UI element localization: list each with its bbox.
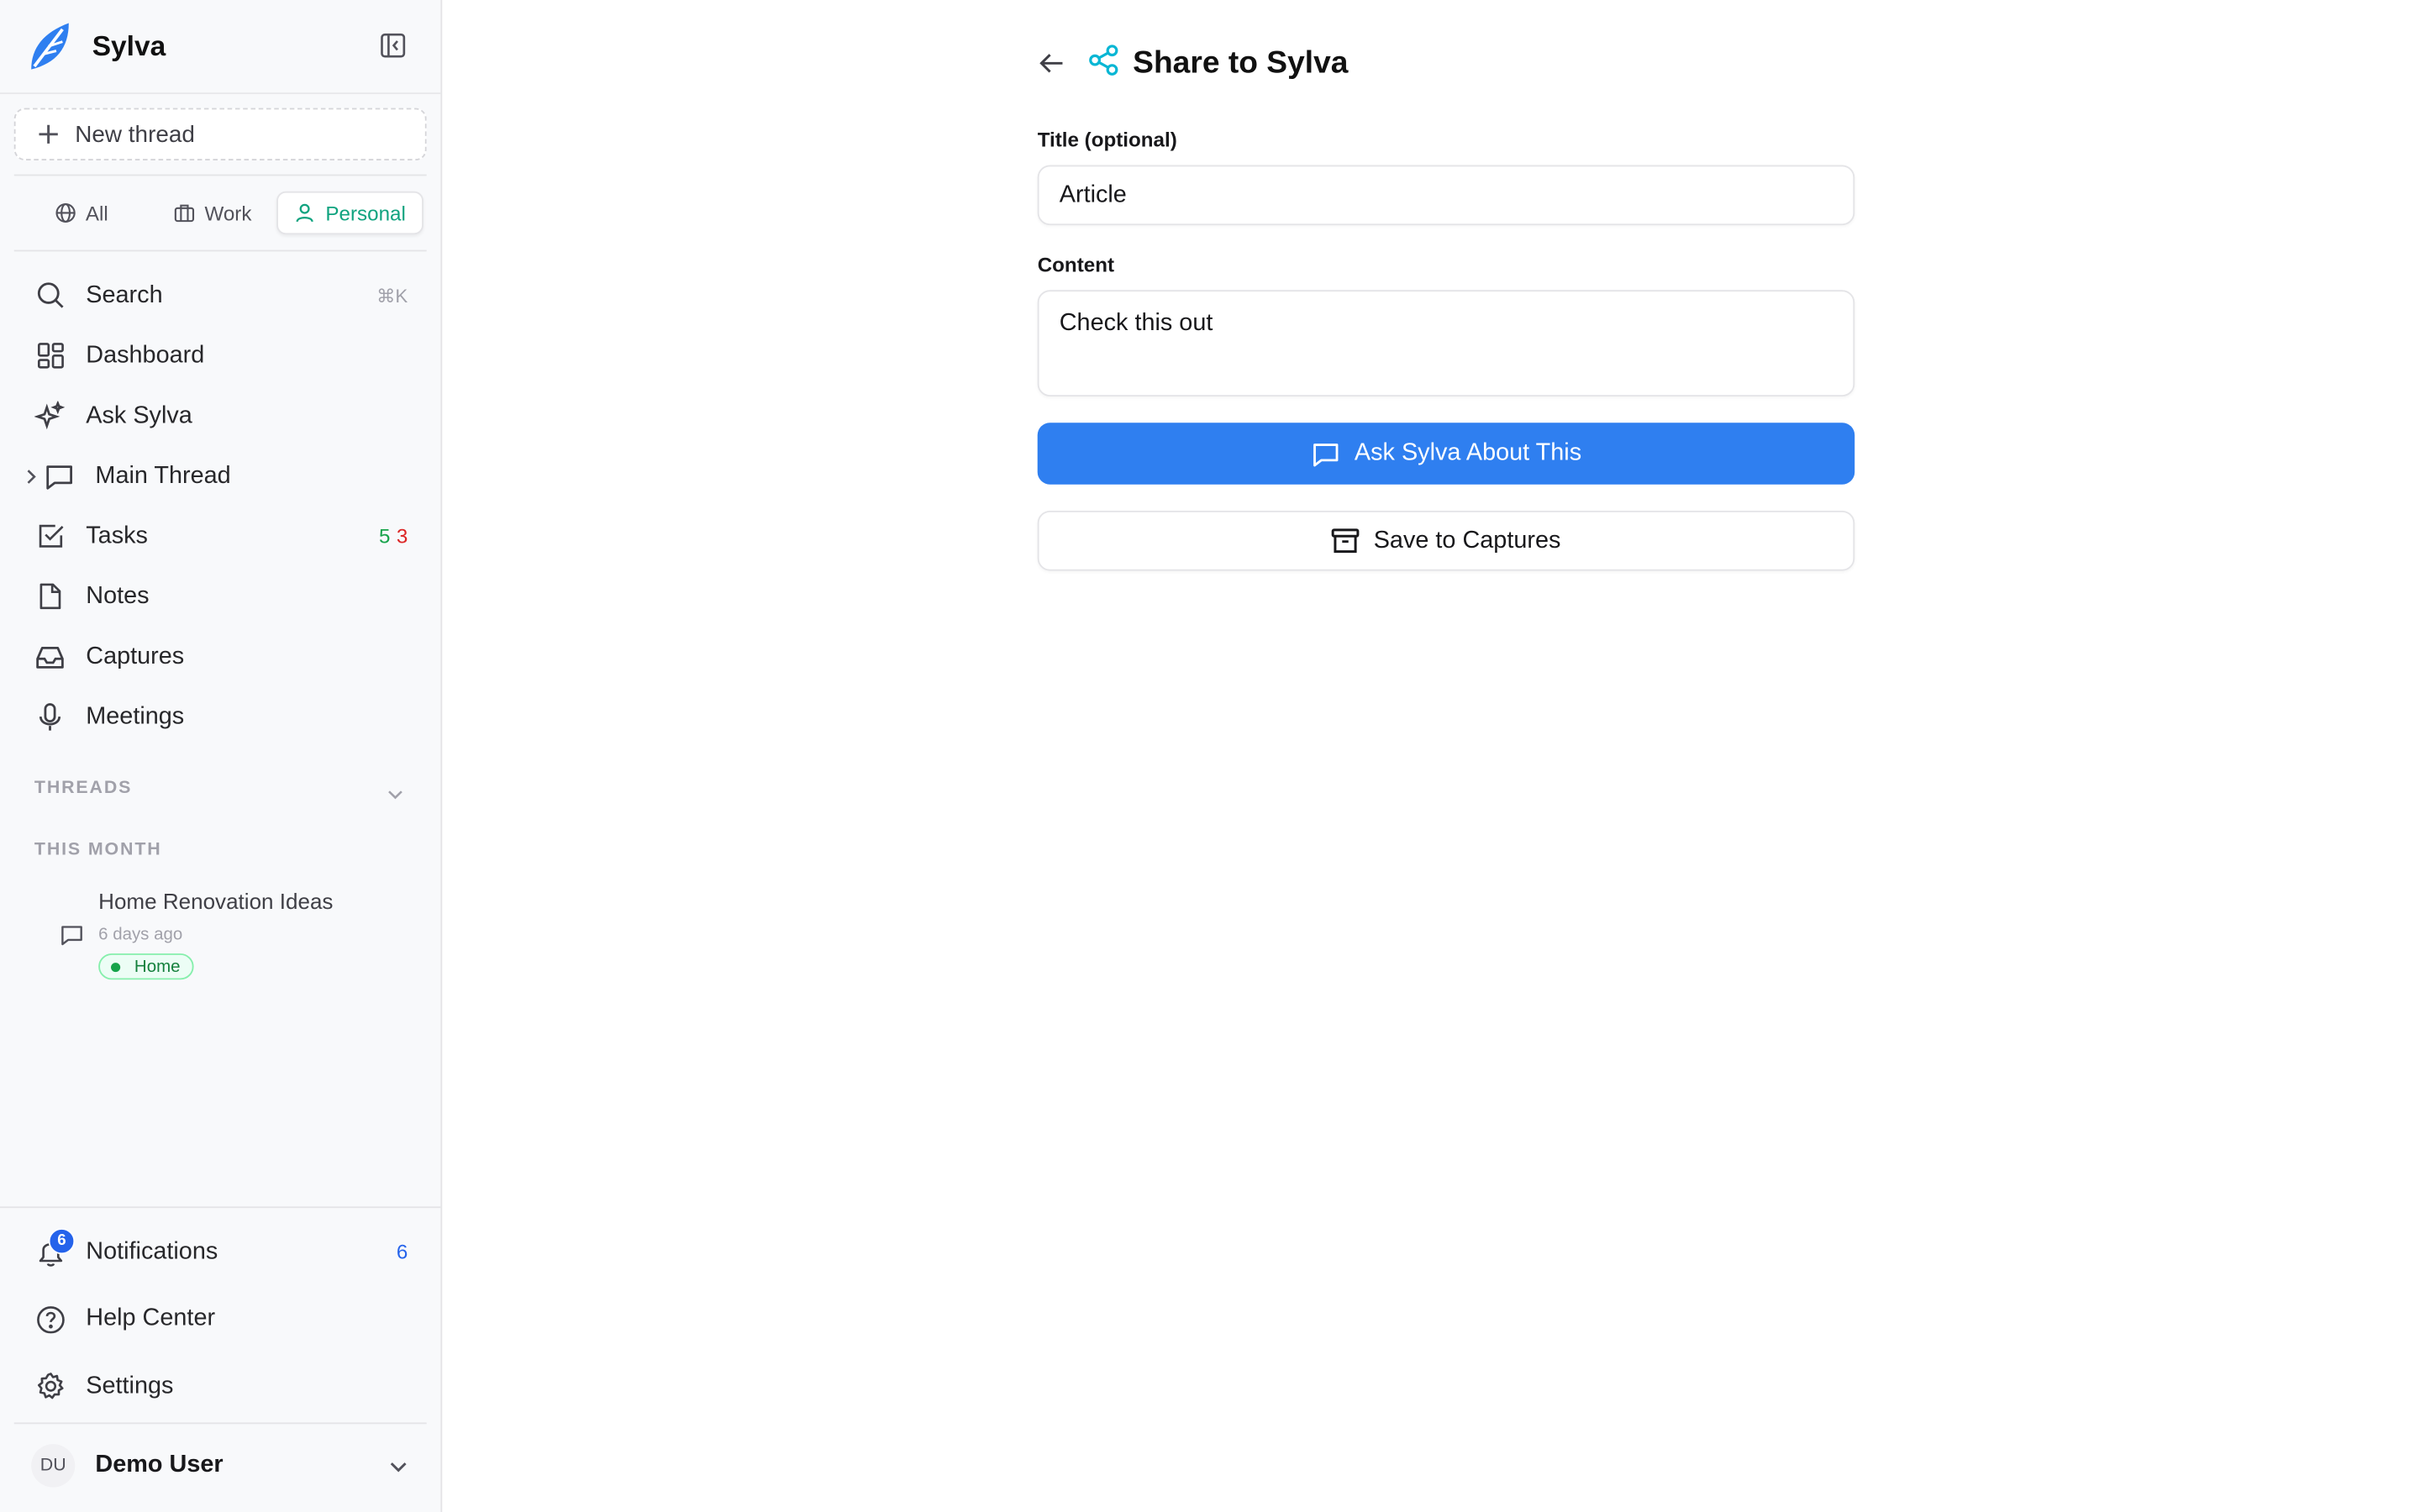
main-content: Share to Sylva Title (optional) Content …: [442, 0, 2420, 1512]
chevron-right-icon[interactable]: [25, 468, 41, 483]
bottom-nav: 6 Notifications 6 Help Center Settings: [0, 1219, 442, 1420]
new-thread-button[interactable]: New thread: [13, 108, 427, 161]
nav-ask-sylva[interactable]: Ask Sylva: [0, 386, 442, 446]
nav-settings[interactable]: Settings: [0, 1353, 442, 1420]
brand-header: Sylva: [0, 0, 441, 95]
new-thread-label: New thread: [75, 121, 195, 148]
nav-notes[interactable]: Notes: [0, 566, 442, 627]
nav-captures[interactable]: Captures: [0, 627, 442, 687]
nav-tasks[interactable]: Tasks 53: [0, 506, 442, 566]
microphone-icon: [34, 701, 66, 732]
search-icon: [34, 280, 66, 311]
briefcase-icon: [174, 204, 194, 223]
divider: [13, 1422, 427, 1425]
nav-dashboard-label: Dashboard: [86, 341, 205, 369]
tag-dot: [111, 962, 121, 972]
arrow-left-icon[interactable]: [1038, 50, 1065, 77]
task-count-open: 5: [378, 524, 391, 549]
app-name: Sylva: [92, 29, 166, 61]
nav-help-label: Help Center: [86, 1305, 216, 1332]
title-input[interactable]: [1037, 165, 1855, 226]
ask-sylva-button[interactable]: Ask Sylva About This: [1037, 423, 1855, 485]
scope-all[interactable]: All: [14, 192, 149, 234]
nav-search-label: Search: [86, 281, 163, 308]
nav-meetings-label: Meetings: [86, 702, 185, 729]
globe-icon: [55, 202, 76, 223]
gear-icon: [34, 1371, 66, 1402]
nav-ask-label: Ask Sylva: [86, 402, 192, 428]
main-nav: Search ⌘K Dashboard Ask Sylva Main Threa…: [0, 265, 442, 747]
message-square-icon: [44, 460, 75, 491]
plus-icon: [39, 124, 58, 144]
content-field-label: Content: [1037, 253, 1115, 276]
collapse-sidebar-icon[interactable]: [378, 31, 406, 59]
user-name: Demo User: [95, 1452, 224, 1478]
scope-personal[interactable]: Personal: [276, 191, 424, 235]
sidebar: Sylva New thread All Work Personal Searc…: [0, 0, 443, 1512]
chevron-down-icon[interactable]: [389, 1453, 408, 1481]
thread-tag: Home: [98, 953, 195, 980]
notification-badge: 6: [48, 1228, 76, 1255]
divider: [13, 174, 427, 176]
nav-search[interactable]: Search ⌘K: [0, 265, 442, 326]
task-count-overdue: 3: [396, 524, 408, 549]
this-month-label: THIS MONTH: [34, 841, 162, 860]
nav-notifications-label: Notifications: [86, 1238, 218, 1265]
share-icon: [1087, 43, 1120, 85]
thread-time: 6 days ago: [98, 926, 183, 945]
dashboard-icon: [34, 340, 66, 371]
nav-meetings[interactable]: Meetings: [0, 686, 442, 747]
sparkles-icon: [34, 400, 66, 432]
title-field-label: Title (optional): [1037, 128, 1177, 151]
task-counts: 53: [379, 524, 408, 548]
divider: [13, 249, 427, 252]
help-circle-icon: [34, 1304, 66, 1335]
message-square-icon: [1313, 443, 1339, 466]
sylva-logo-icon: [25, 17, 76, 76]
thread-title: Home Renovation Ideas: [98, 888, 334, 914]
scope-work[interactable]: Work: [149, 192, 276, 234]
nav-notes-label: Notes: [86, 582, 150, 609]
page-header: Share to Sylva: [1038, 40, 1349, 87]
ask-sylva-button-label: Ask Sylva About This: [1354, 439, 1582, 466]
file-icon: [34, 581, 66, 612]
nav-captures-label: Captures: [86, 642, 185, 669]
user-menu[interactable]: DU Demo User: [31, 1441, 414, 1490]
app-root: Sylva New thread All Work Personal Searc…: [0, 0, 2420, 1512]
save-to-captures-label: Save to Captures: [1373, 527, 1561, 554]
nav-dashboard[interactable]: Dashboard: [0, 326, 442, 386]
scope-personal-label: Personal: [325, 201, 406, 225]
nav-notifications[interactable]: 6 Notifications 6: [0, 1219, 442, 1286]
notification-count: 6: [396, 1241, 408, 1264]
nav-main-thread-label: Main Thread: [95, 462, 231, 489]
scope-all-label: All: [85, 201, 108, 225]
nav-settings-label: Settings: [86, 1373, 174, 1399]
content-textarea[interactable]: Check this out: [1037, 290, 1855, 397]
save-to-captures-button[interactable]: Save to Captures: [1037, 510, 1855, 571]
user-icon: [297, 203, 314, 223]
threads-section-label: THREADS: [34, 779, 133, 798]
archive-icon: [1331, 528, 1360, 554]
nav-tasks-label: Tasks: [86, 522, 148, 549]
chevron-down-icon[interactable]: [387, 780, 403, 808]
scope-switcher: All Work Personal: [14, 188, 427, 238]
avatar: DU: [31, 1444, 76, 1488]
check-square-icon: [34, 521, 66, 552]
nav-help-center[interactable]: Help Center: [0, 1286, 442, 1353]
thread-tag-label: Home: [134, 957, 181, 976]
message-square-icon: [60, 922, 85, 955]
search-shortcut: ⌘K: [376, 284, 408, 307]
divider: [0, 1206, 441, 1209]
scope-work-label: Work: [204, 201, 252, 225]
inbox-icon: [34, 641, 66, 672]
nav-main-thread[interactable]: Main Thread: [0, 446, 442, 507]
page-title: Share to Sylva: [1133, 45, 1349, 80]
